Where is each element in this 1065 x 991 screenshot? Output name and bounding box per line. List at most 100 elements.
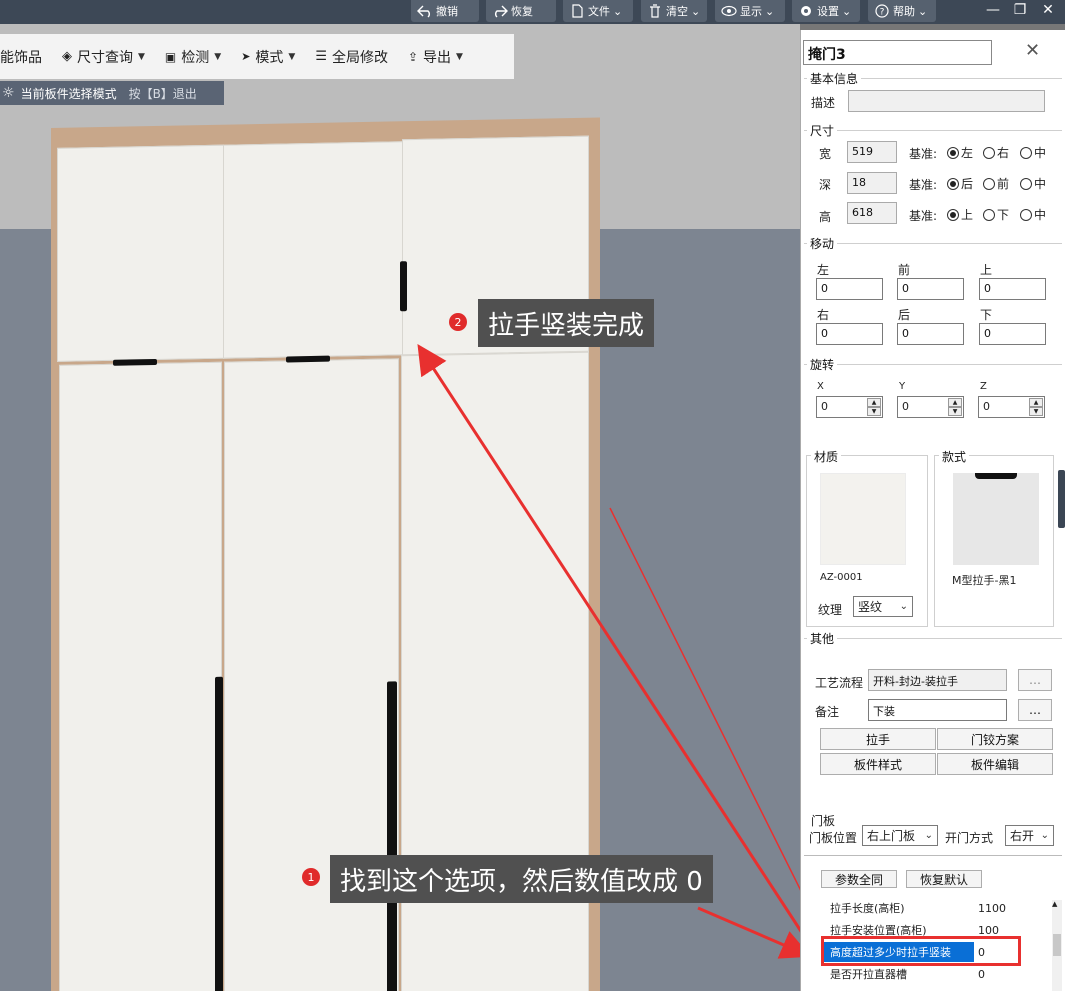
move-front-input[interactable]: 0 [897,278,964,300]
param-value[interactable]: 0 [974,968,985,981]
move-up-label: 上 [980,263,993,277]
move-left-label: 左 [817,263,830,277]
rotate-y-spinner[interactable]: 0 ▲ ▼ [897,396,964,418]
move-up-input[interactable]: 0 [979,278,1046,300]
rotate-z-spinner[interactable]: 0 ▲ ▼ [978,396,1045,418]
param-value[interactable]: 100 [974,924,999,937]
caret-up-icon[interactable]: ▲ [867,398,881,407]
mode-hint: 按【B】退出 [128,86,197,101]
3d-viewport[interactable]: 能饰品 ◈ 尺寸查询 ▼ ▣ 检测 ▼ ➤ 模式 ▼ ☰ 全局修改 ⇪ 导出 ▼… [0,24,800,991]
open-mode-select[interactable]: 右开 ⌄ [1005,825,1054,846]
spinner-arrows[interactable]: ▲ ▼ [948,398,962,416]
radio-width-right[interactable]: 右 [983,144,1009,161]
note-input[interactable]: 下装 [868,699,1007,721]
texture-label: 纹理 [818,603,843,617]
radio-depth-front[interactable]: 前 [983,175,1009,192]
display-menu-button[interactable]: 显示 ⌄ [715,0,785,22]
radio-label: 后 [961,177,974,191]
height-input[interactable]: 618 [847,202,897,224]
params-all-same-button[interactable]: 参数全同 [821,870,897,888]
toolbar-item-label: 尺寸查询 [77,49,133,66]
param-row[interactable]: 拉手长度(高柜) 1100 [824,897,1056,919]
caret-down-icon[interactable]: ▼ [1029,407,1043,416]
eye-icon [721,5,737,17]
door-pos-select[interactable]: 右上门板 ⌄ [862,825,938,846]
caret-down-icon[interactable]: ▼ [948,407,962,416]
radio-dot [1020,177,1032,190]
viewport-toolbar: 能饰品 ◈ 尺寸查询 ▼ ▣ 检测 ▼ ➤ 模式 ▼ ☰ 全局修改 ⇪ 导出 ▼ [0,34,514,79]
door-top-middle[interactable] [223,141,403,359]
minimize-button[interactable]: — [980,0,1006,20]
rotate-z-label: Z [980,381,987,392]
move-back-input[interactable]: 0 [897,323,964,345]
desc-input[interactable] [848,90,1045,112]
process-input[interactable]: 开料-封边-装拉手 [868,669,1007,691]
door-top-left[interactable] [57,144,224,362]
hinge-scheme-button[interactable]: 门铰方案 [937,728,1053,750]
move-left-input[interactable]: 0 [816,278,883,300]
mode-status-bar: ☼ 当前板件选择模式 按【B】退出 [0,81,224,105]
badge: 1 [302,868,320,886]
redo-label: 恢复 [511,5,533,18]
width-input[interactable]: 519 [847,141,897,163]
style-preview[interactable] [953,473,1039,565]
toolbar-item-decor[interactable]: 能饰品 [0,34,52,79]
radio-height-center[interactable]: 中 [1020,206,1046,223]
rotate-x-spinner[interactable]: 0 ▲ ▼ [816,396,883,418]
radio-label: 上 [961,208,974,222]
param-value[interactable]: 1100 [974,902,1006,915]
board-edit-button[interactable]: 板件编辑 [937,753,1053,775]
toolbar-item-export[interactable]: ⇪ 导出 ▼ [398,34,473,79]
radio-width-left[interactable]: 左 [947,144,973,161]
clear-menu-button[interactable]: 清空 ⌄ [641,0,707,22]
ref-label: 基准: [909,209,938,223]
spinner-arrows[interactable]: ▲ ▼ [1029,398,1043,416]
board-style-button[interactable]: 板件样式 [820,753,936,775]
redo-button[interactable]: 恢复 [486,0,556,22]
material-box: 材质 AZ-0001 纹理 竖纹 ⌄ [806,448,928,627]
toolbar-item-check[interactable]: ▣ 检测 ▼ [155,34,231,79]
material-swatch[interactable] [820,473,906,565]
move-right-input[interactable]: 0 [816,323,883,345]
close-window-button[interactable]: ✕ [1035,0,1061,20]
toolbar-item-label: 模式 [255,49,284,66]
radio-height-bottom[interactable]: 下 [983,206,1009,223]
chevron-down-icon: ⌄ [691,4,701,18]
depth-input[interactable]: 18 [847,172,897,194]
process-more-button[interactable]: … [1018,669,1052,691]
radio-height-top[interactable]: 上 [947,206,973,223]
texture-select[interactable]: 竖纹 ⌄ [853,596,913,617]
door-handle [215,676,223,991]
file-menu-button[interactable]: 文件 ⌄ [563,0,633,22]
door-handle [113,358,157,366]
close-icon[interactable]: ✕ [1025,40,1040,61]
settings-menu-button[interactable]: 设置 ⌄ [792,0,860,22]
spinner-arrows[interactable]: ▲ ▼ [867,398,881,416]
maximize-button[interactable]: ❐ [1007,0,1033,20]
handle-button[interactable]: 拉手 [820,728,936,750]
radio-width-center[interactable]: 中 [1020,144,1046,161]
params-reset-button[interactable]: 恢复默认 [906,870,982,888]
radio-depth-back[interactable]: 后 [947,175,973,192]
chevron-down-icon: ⌄ [842,4,852,18]
caret-down-icon[interactable]: ▼ [867,407,881,416]
chevron-down-icon: ⌄ [765,4,775,18]
settings-label: 设置 [817,5,839,18]
side-dock-handle[interactable] [1058,470,1065,528]
toolbar-item-mode[interactable]: ➤ 模式 ▼ [231,34,305,79]
toolbar-item-size-query[interactable]: ◈ 尺寸查询 ▼ [52,34,155,79]
param-row[interactable]: 是否开拉直器槽 0 [824,963,1056,985]
panel-title-field[interactable]: 掩门3 [803,40,992,65]
caret-up-icon[interactable]: ▲ [948,398,962,407]
caret-up-icon[interactable]: ▲ [1029,398,1043,407]
undo-button[interactable]: 撤销 [411,0,479,22]
move-down-input[interactable]: 0 [979,323,1046,345]
callout-badge-2: 2 [449,313,467,331]
door-bottom-left[interactable] [59,361,222,991]
toolbar-item-global-edit[interactable]: ☰ 全局修改 [305,34,398,79]
radio-dot [947,208,959,221]
help-label: 帮助 [893,5,915,18]
radio-depth-center[interactable]: 中 [1020,175,1046,192]
note-more-button[interactable]: … [1018,699,1052,721]
help-menu-button[interactable]: ? 帮助 ⌄ [868,0,936,22]
